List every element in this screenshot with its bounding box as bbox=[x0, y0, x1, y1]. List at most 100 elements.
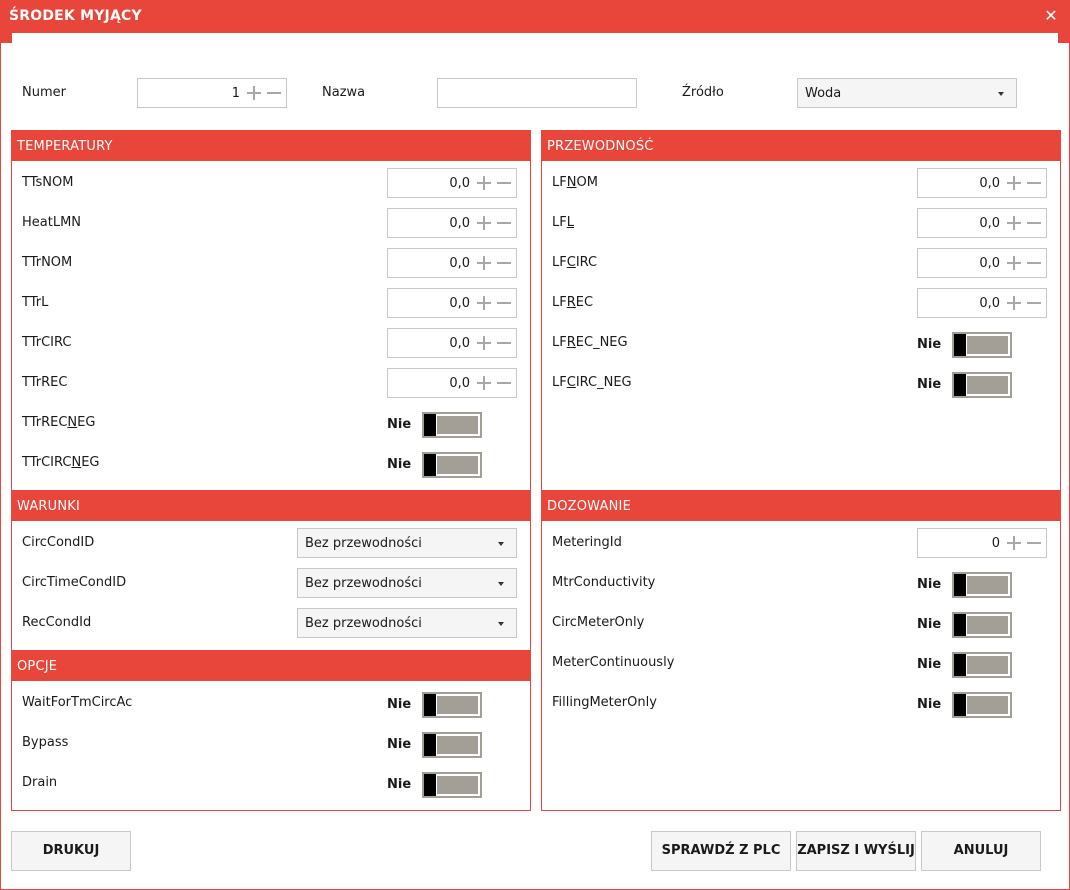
save-send-button[interactable]: ZAPISZ I WYŚLIJ bbox=[796, 831, 916, 871]
lfcircneg-toggle-group: Nie bbox=[917, 372, 1017, 398]
toggle-label: Bypass bbox=[22, 735, 69, 750]
toggle-label: LFCIRC_NEG bbox=[552, 375, 632, 390]
lfrec-stepper[interactable]: 0,0 bbox=[917, 288, 1047, 318]
toggle-state: Nie bbox=[917, 657, 942, 672]
plus-icon[interactable] bbox=[476, 255, 492, 271]
field-label: LFL bbox=[552, 215, 574, 230]
toggle-state: Nie bbox=[387, 737, 412, 752]
minus-icon[interactable] bbox=[496, 255, 512, 271]
numer-value: 1 bbox=[231, 86, 240, 101]
ttrnom-stepper[interactable]: 0,0 bbox=[387, 248, 517, 278]
ttrcirc-stepper[interactable]: 0,0 bbox=[387, 328, 517, 358]
minus-icon[interactable] bbox=[1026, 255, 1042, 271]
toggle-label: TTrCIRCNEG bbox=[22, 455, 100, 470]
bypass-toggle[interactable] bbox=[422, 732, 482, 758]
reccondid-select[interactable]: Bez przewodności bbox=[297, 608, 517, 638]
lfrecneg-toggle[interactable] bbox=[952, 332, 1012, 358]
plus-icon[interactable] bbox=[246, 85, 262, 101]
plus-icon[interactable] bbox=[476, 375, 492, 391]
field-label: TTrNOM bbox=[22, 255, 73, 270]
minus-icon[interactable] bbox=[496, 295, 512, 311]
minus-icon[interactable] bbox=[496, 335, 512, 351]
lfrecneg-toggle-group: Nie bbox=[917, 332, 1017, 358]
lfl-stepper[interactable]: 0,0 bbox=[917, 208, 1047, 238]
lfcircneg-toggle[interactable] bbox=[952, 372, 1012, 398]
nazwa-input[interactable] bbox=[437, 78, 637, 108]
fillingmeteronly-toggle[interactable] bbox=[952, 692, 1012, 718]
ttrrecneg-toggle[interactable] bbox=[422, 412, 482, 438]
plus-icon[interactable] bbox=[1006, 175, 1022, 191]
field-label: LFNOM bbox=[552, 175, 598, 190]
lfcirc-stepper[interactable]: 0,0 bbox=[917, 248, 1047, 278]
circcondid-select[interactable]: Bez przewodności bbox=[297, 528, 517, 558]
toggle-state: Nie bbox=[387, 457, 412, 472]
bypass-toggle-group: Nie bbox=[387, 732, 487, 758]
plus-icon[interactable] bbox=[1006, 535, 1022, 551]
toggle-state: Nie bbox=[917, 377, 942, 392]
zrodlo-value: Woda bbox=[805, 86, 842, 101]
field-label: TTrREC bbox=[22, 375, 68, 390]
minus-icon[interactable] bbox=[496, 375, 512, 391]
minus-icon[interactable] bbox=[1026, 215, 1042, 231]
check-plc-button[interactable]: SPRAWDŹ Z PLC bbox=[651, 831, 791, 871]
minus-icon[interactable] bbox=[1026, 535, 1042, 551]
cancel-button[interactable]: ANULUJ bbox=[921, 831, 1041, 871]
ttrcircneg-toggle[interactable] bbox=[422, 452, 482, 478]
plus-icon[interactable] bbox=[476, 335, 492, 351]
ttrl-stepper[interactable]: 0,0 bbox=[387, 288, 517, 318]
meteringid-stepper[interactable]: 0 bbox=[917, 528, 1047, 558]
toggle-label: LFREC_NEG bbox=[552, 335, 628, 350]
waitfortmcircac-toggle-group: Nie bbox=[387, 692, 487, 718]
plus-icon[interactable] bbox=[476, 175, 492, 191]
toggle-label: FillingMeterOnly bbox=[552, 695, 657, 710]
chevron-down-icon bbox=[498, 582, 504, 586]
fillingmeteronly-toggle-group: Nie bbox=[917, 692, 1017, 718]
chevron-down-icon bbox=[498, 542, 504, 546]
field-label: LFREC bbox=[552, 295, 594, 310]
window-title: ŚRODEK MYJĄCY bbox=[9, 8, 142, 24]
mtrconductivity-toggle[interactable] bbox=[952, 572, 1012, 598]
drain-toggle[interactable] bbox=[422, 772, 482, 798]
plus-icon[interactable] bbox=[1006, 215, 1022, 231]
waitfortmcircac-toggle[interactable] bbox=[422, 692, 482, 718]
ttrrec-stepper[interactable]: 0,0 bbox=[387, 368, 517, 398]
print-button[interactable]: DRUKUJ bbox=[11, 831, 131, 871]
dialog-window: ŚRODEK MYJĄCY ✕ Numer 1 Nazwa Źródło Wod… bbox=[0, 0, 1070, 890]
toggle-label: Drain bbox=[22, 775, 58, 790]
minus-icon[interactable] bbox=[496, 175, 512, 191]
field-label: TTrCIRC bbox=[22, 335, 72, 350]
metercontinuously-toggle[interactable] bbox=[952, 652, 1012, 678]
nazwa-label: Nazwa bbox=[322, 85, 366, 100]
toggle-state: Nie bbox=[917, 617, 942, 632]
plus-icon[interactable] bbox=[1006, 255, 1022, 271]
ttsnom-stepper[interactable]: 0,0 bbox=[387, 168, 517, 198]
plus-icon[interactable] bbox=[1006, 295, 1022, 311]
field-label: HeatLMN bbox=[22, 215, 82, 230]
numer-stepper[interactable]: 1 bbox=[137, 78, 287, 108]
title-bar: ŚRODEK MYJĄCY ✕ bbox=[1, 1, 1069, 33]
lfnom-stepper[interactable]: 0,0 bbox=[917, 168, 1047, 198]
toggle-state: Nie bbox=[917, 337, 942, 352]
minus-icon[interactable] bbox=[266, 85, 282, 101]
heatlmn-stepper[interactable]: 0,0 bbox=[387, 208, 517, 238]
panel-header-warunki: WARUNKI bbox=[12, 491, 530, 521]
toggle-label: CircMeterOnly bbox=[552, 615, 645, 630]
zrodlo-label: Źródło bbox=[682, 85, 724, 100]
plus-icon[interactable] bbox=[476, 215, 492, 231]
panel-header-opcje: OPCJE bbox=[12, 651, 530, 681]
plus-icon[interactable] bbox=[476, 295, 492, 311]
zrodlo-select[interactable]: Woda bbox=[797, 78, 1017, 108]
circmeteronly-toggle-group: Nie bbox=[917, 612, 1017, 638]
select-label: RecCondId bbox=[22, 615, 92, 630]
minus-icon[interactable] bbox=[1026, 175, 1042, 191]
minus-icon[interactable] bbox=[496, 215, 512, 231]
drain-toggle-group: Nie bbox=[387, 772, 487, 798]
metercontinuously-toggle-group: Nie bbox=[917, 652, 1017, 678]
minus-icon[interactable] bbox=[1026, 295, 1042, 311]
panel-header-przewodnosc: PRZEWODNOŚĆ bbox=[542, 131, 1060, 161]
chevron-down-icon bbox=[998, 92, 1004, 96]
circtimecondid-select[interactable]: Bez przewodności bbox=[297, 568, 517, 598]
circmeteronly-toggle[interactable] bbox=[952, 612, 1012, 638]
toggle-state: Nie bbox=[387, 697, 412, 712]
close-icon[interactable]: ✕ bbox=[1041, 6, 1061, 26]
